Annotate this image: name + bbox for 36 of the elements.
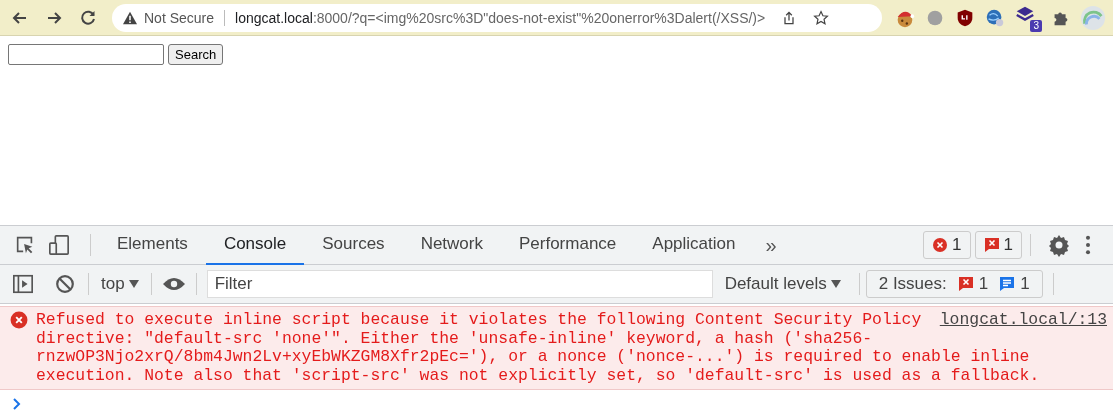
clear-icon[interactable] — [54, 273, 76, 295]
star-icon[interactable] — [813, 9, 830, 26]
issue-error-icon — [983, 237, 1000, 253]
context-dropdown[interactable]: top — [99, 274, 141, 294]
more-tabs-button[interactable]: » — [753, 233, 789, 257]
issue-count-button[interactable]: 1 — [974, 231, 1022, 259]
prompt-icon[interactable] — [12, 398, 22, 410]
eye-icon[interactable] — [161, 276, 186, 292]
devtools-tab[interactable]: Sources — [304, 225, 403, 265]
error-count-button[interactable]: 1 — [923, 231, 971, 259]
caret-icon — [830, 280, 841, 288]
badge-count: 3 — [1030, 19, 1042, 32]
filter-field[interactable]: Filter — [206, 270, 713, 298]
search-button[interactable]: Search — [168, 44, 224, 65]
search-field[interactable] — [8, 44, 164, 65]
url-text: longcat.local:8000/?q=<img%20src%3D"does-not-exist"%20onerror%3Dalert(/XSS/)> — [235, 9, 766, 26]
security-label[interactable]: Not Secure — [144, 9, 215, 26]
source-link[interactable]: longcat.local/:13 — [939, 311, 1107, 330]
devtools-tab[interactable]: Application — [634, 225, 754, 265]
devtools-tab[interactable]: Elements — [99, 225, 206, 265]
error-icon — [10, 311, 28, 329]
devtools-tab[interactable]: Performance — [501, 225, 635, 265]
levels-dropdown[interactable]: Default levels — [712, 274, 849, 294]
more-icon[interactable] — [1085, 234, 1091, 256]
caret-icon — [128, 280, 139, 288]
message-text: Refused to execute inline script because it violates the following Content Security Policy longcat.local/:13 directive: "default-src 'none'". Either the 'unsafe-inline' keyword, a hash ('sha256- rnzwOP3Njo2xrQ/8bm4Jwn2Lv+xyEbWKZGM8Xfr2pEc='), or a nonce ('nonce-...') is required to enable inline execution. Note also that 'script-src' was not explicitly set, so 'default-src' is used as a fallback. — [36, 311, 1107, 385]
warning-icon — [122, 10, 138, 25]
address-bar[interactable]: Not Secure longcat.local:8000/?q=<img%20src%3D"does-not-exist"%20onerror%3Dalert(/XSS/)> — [112, 3, 882, 32]
device-icon[interactable] — [48, 234, 70, 256]
issue-error-icon — [957, 276, 974, 292]
issue-info-icon — [999, 276, 1016, 292]
devtools-tab[interactable]: Network — [402, 225, 501, 265]
settings-icon[interactable] — [1047, 233, 1071, 257]
error-icon — [932, 237, 949, 253]
sidebar-icon[interactable] — [12, 273, 34, 295]
issues-button[interactable]: 2 Issues: 1 1 — [865, 270, 1043, 298]
